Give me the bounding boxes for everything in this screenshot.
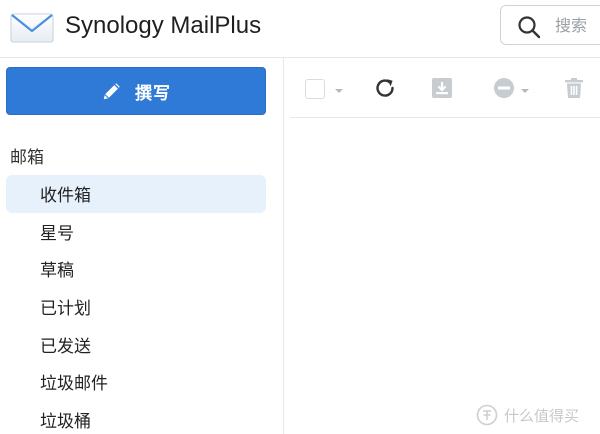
app-header: Synology MailPlus 搜索: [0, 0, 600, 58]
compose-button[interactable]: 撰写: [6, 67, 266, 115]
archive-icon[interactable]: [430, 76, 454, 100]
mailbox-list: 收件箱 星号 草稿 已计划 已发送 垃圾邮件 垃圾桶: [6, 175, 266, 434]
block-icon[interactable]: [492, 76, 516, 100]
sidebar-item-label: 草稿: [40, 261, 74, 282]
sidebar-item-scheduled[interactable]: 已计划: [6, 288, 266, 326]
search-icon: [518, 16, 541, 39]
sidebar-item-label: 垃圾桶: [40, 411, 91, 432]
sidebar-item-label: 已计划: [40, 299, 91, 320]
compose-label: 撰写: [135, 83, 171, 104]
select-all-checkbox[interactable]: [305, 79, 325, 99]
trash-icon[interactable]: [562, 76, 586, 100]
sidebar-item-inbox[interactable]: 收件箱: [6, 175, 266, 213]
message-list-area: [290, 118, 600, 434]
sidebar-item-label: 已发送: [40, 336, 91, 357]
sidebar-item-label: 星号: [40, 223, 74, 244]
mail-envelope-icon: [10, 13, 54, 43]
watermark: 什么值得买: [476, 404, 579, 426]
block-dropdown-chevron-down-icon[interactable]: [521, 89, 529, 93]
watermark-logo-icon: [476, 404, 498, 426]
app-title: Synology MailPlus: [65, 12, 262, 39]
refresh-icon[interactable]: [373, 76, 397, 100]
mailplus-app: Synology MailPlus 搜索 撰写 邮箱 收件箱 星号 草稿 已计划…: [0, 0, 600, 434]
sidebar-item-sent[interactable]: 已发送: [6, 325, 266, 363]
sidebar: 撰写 邮箱 收件箱 星号 草稿 已计划 已发送 垃圾邮件 垃圾桶: [0, 58, 284, 434]
select-dropdown-chevron-down-icon[interactable]: [335, 89, 343, 93]
mailbox-section-label: 邮箱: [10, 148, 44, 168]
pencil-icon: [103, 83, 120, 100]
message-toolbar: [290, 58, 600, 118]
search-input[interactable]: 搜索: [500, 5, 600, 45]
sidebar-item-label: 垃圾邮件: [40, 374, 108, 395]
sidebar-item-spam[interactable]: 垃圾邮件: [6, 363, 266, 401]
sidebar-item-trash[interactable]: 垃圾桶: [6, 401, 266, 434]
search-placeholder: 搜索: [555, 16, 588, 35]
sidebar-item-drafts[interactable]: 草稿: [6, 250, 266, 288]
watermark-text: 什么值得买: [504, 406, 580, 425]
sidebar-item-label: 收件箱: [40, 186, 91, 207]
sidebar-item-starred[interactable]: 星号: [6, 213, 266, 251]
